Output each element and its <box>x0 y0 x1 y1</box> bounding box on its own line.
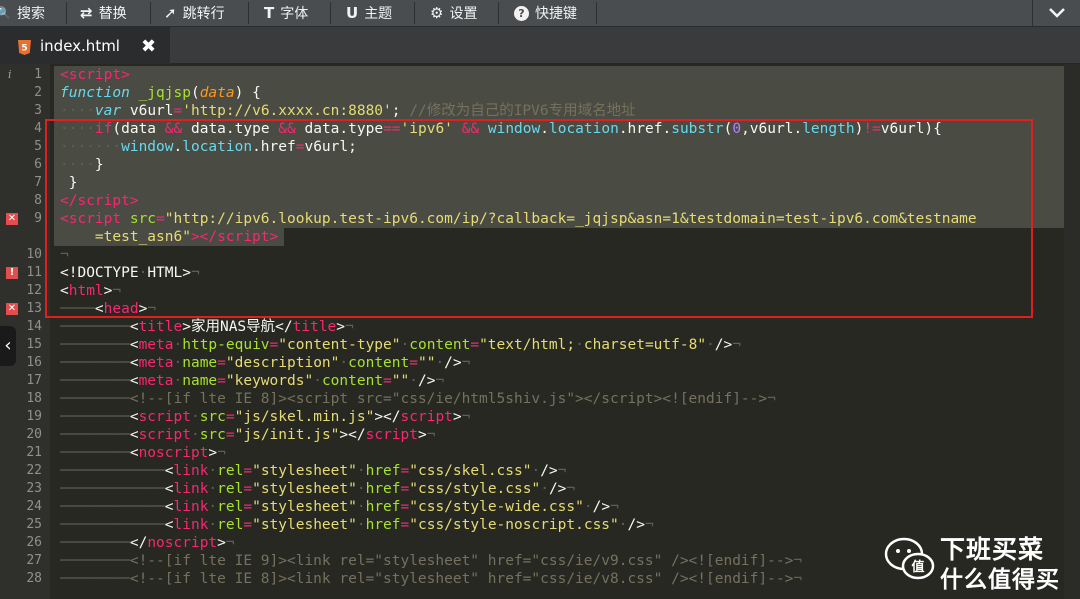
code-line: 6 ····} <box>0 156 1064 174</box>
code-lines: i 1 <script> 2 function _jqjsp(data) { 3 ···… <box>0 66 1064 588</box>
code-line: 14 ────────<title>家用NAS导航</title>¬ <box>26 319 354 335</box>
goto-line-label: 跳转行 <box>182 6 225 22</box>
search-label: 搜索 <box>16 6 45 22</box>
goto-line-icon: ➚ <box>164 4 177 22</box>
tab-strip: 5 index.html ✖ <box>0 27 1080 65</box>
search-button[interactable]: 🔍 搜索 <box>0 0 45 26</box>
code-line: 16 ────────<meta·name="description"·conte… <box>26 355 471 371</box>
code-line: 18 ────────<!--[if lte IE 8]><script src=… <box>26 391 776 407</box>
tab-index-html[interactable]: 5 index.html ✖ <box>0 27 170 65</box>
goto-line-button[interactable]: ➚ 跳转行 <box>164 0 225 26</box>
code-line: 5 ·······window.location.href=v6url; <box>0 138 1064 156</box>
shortcuts-label: 快捷键 <box>535 6 577 22</box>
code-line: ✕ 9 <script src="http://ipv6.lookup.test-i… <box>0 210 1064 228</box>
svg-text:值: 值 <box>911 559 924 575</box>
help-icon: ? <box>514 5 529 21</box>
settings-label: 设置 <box>449 6 478 22</box>
theme-label: 主题 <box>364 6 393 22</box>
theme-icon: U <box>346 4 359 22</box>
code-line: 3 ····var v6url='http://v6.xxxx.cn:8880';… <box>0 102 1064 120</box>
html5-icon: 5 <box>18 40 31 55</box>
code-line: 19 ────────<script·src="js/skel.min.js"><… <box>26 409 471 425</box>
code-line: 10 ¬ <box>26 247 69 263</box>
search-icon: 🔍 <box>0 6 11 20</box>
code-line: 21 ────────<noscript>¬ <box>26 445 226 461</box>
code-editor[interactable]: i 1 <script> 2 function _jqjsp(data) { 3 ···… <box>0 64 1080 599</box>
code-line: 12 <html>¬ <box>26 283 122 299</box>
toolbar: 🔍 搜索 ⇄ 替换 ➚ 跳转行 T 字体 U 主题 ⚙ 设置 ? 快捷键 <box>0 0 1080 27</box>
theme-button[interactable]: U 主题 <box>346 0 392 26</box>
code-line: ✕ 13 ────<head>¬ <box>6 301 157 317</box>
toolbar-collapse-button[interactable] <box>1032 0 1080 26</box>
code-line: 2 function _jqjsp(data) { <box>0 84 1064 102</box>
code-line: 24 ────────────<link·rel="stylesheet"·hre… <box>26 499 619 515</box>
chevron-down-icon <box>1049 8 1065 18</box>
replace-label: 替换 <box>98 6 127 22</box>
watermark: 值 下班买菜 什么值得买 <box>884 530 1074 593</box>
code-line: 4 ····if(data && data.type && data.type==… <box>0 120 1064 138</box>
font-label: 字体 <box>280 6 309 22</box>
code-line: 8 </script> <box>0 192 1064 210</box>
wechat-icon: 值 <box>884 537 935 580</box>
replace-icon: ⇄ <box>80 4 93 22</box>
gear-icon: ⚙ <box>430 4 444 22</box>
chevron-left-icon[interactable]: ‹ <box>0 326 16 366</box>
code-line: 15 ────────<meta·http-equiv="content-type… <box>26 337 741 353</box>
shortcuts-button[interactable]: ? 快捷键 <box>514 0 577 26</box>
replace-button[interactable]: ⇄ 替换 <box>80 0 127 26</box>
watermark-subtitle: 什么值得买 <box>940 567 1060 593</box>
code-line: 22 ────────────<link·rel="stylesheet"·hre… <box>26 463 567 479</box>
font-icon: T <box>264 4 275 22</box>
vertical-scrollbar[interactable] <box>1064 64 1080 599</box>
font-button[interactable]: T 字体 <box>264 0 308 26</box>
close-icon[interactable]: ✖ <box>141 36 156 57</box>
svg-text:5: 5 <box>21 44 27 54</box>
code-line: =test_asn6"></script> <box>0 228 1064 246</box>
settings-button[interactable]: ⚙ 设置 <box>430 0 477 26</box>
code-line: ! 11 <!DOCTYPE·HTML>¬ <box>0 264 1064 282</box>
tab-label: index.html <box>40 37 120 55</box>
code-line: i 1 <script> <box>0 66 1064 84</box>
code-line: 17 ────────<meta·name="keywords"·content=… <box>26 373 445 389</box>
code-line: 7 } <box>0 174 1064 192</box>
code-line: 20 ────────<script·src="js/init.js"></scr… <box>26 427 436 443</box>
code-line: 23 ────────────<link·rel="stylesheet"·hre… <box>26 481 576 497</box>
